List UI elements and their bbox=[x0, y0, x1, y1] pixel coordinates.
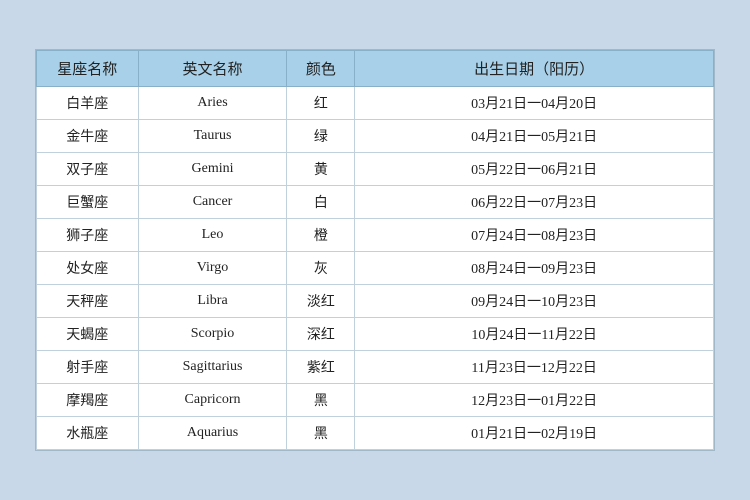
cell-chinese: 天蝎座 bbox=[37, 318, 139, 351]
cell-color: 白 bbox=[287, 186, 355, 219]
header-color: 颜色 bbox=[287, 51, 355, 87]
cell-chinese: 双子座 bbox=[37, 153, 139, 186]
cell-date: 08月24日一09月23日 bbox=[355, 252, 714, 285]
cell-date: 03月21日一04月20日 bbox=[355, 87, 714, 120]
cell-english: Gemini bbox=[138, 153, 287, 186]
cell-color: 黄 bbox=[287, 153, 355, 186]
table-row: 金牛座Taurus绿04月21日一05月21日 bbox=[37, 120, 714, 153]
cell-date: 07月24日一08月23日 bbox=[355, 219, 714, 252]
cell-color: 黑 bbox=[287, 417, 355, 450]
cell-chinese: 天秤座 bbox=[37, 285, 139, 318]
cell-color: 红 bbox=[287, 87, 355, 120]
header-english: 英文名称 bbox=[138, 51, 287, 87]
cell-color: 绿 bbox=[287, 120, 355, 153]
cell-english: Aquarius bbox=[138, 417, 287, 450]
cell-english: Sagittarius bbox=[138, 351, 287, 384]
table-body: 白羊座Aries红03月21日一04月20日金牛座Taurus绿04月21日一0… bbox=[37, 87, 714, 450]
zodiac-table-container: 星座名称 英文名称 颜色 出生日期（阳历） 白羊座Aries红03月21日一04… bbox=[35, 49, 715, 451]
header-date: 出生日期（阳历） bbox=[355, 51, 714, 87]
table-row: 双子座Gemini黄05月22日一06月21日 bbox=[37, 153, 714, 186]
table-row: 天蝎座Scorpio深红10月24日一11月22日 bbox=[37, 318, 714, 351]
table-row: 处女座Virgo灰08月24日一09月23日 bbox=[37, 252, 714, 285]
cell-color: 灰 bbox=[287, 252, 355, 285]
cell-chinese: 巨蟹座 bbox=[37, 186, 139, 219]
cell-chinese: 射手座 bbox=[37, 351, 139, 384]
cell-english: Aries bbox=[138, 87, 287, 120]
cell-english: Virgo bbox=[138, 252, 287, 285]
cell-chinese: 摩羯座 bbox=[37, 384, 139, 417]
cell-color: 深红 bbox=[287, 318, 355, 351]
cell-date: 06月22日一07月23日 bbox=[355, 186, 714, 219]
cell-color: 橙 bbox=[287, 219, 355, 252]
table-row: 白羊座Aries红03月21日一04月20日 bbox=[37, 87, 714, 120]
cell-english: Taurus bbox=[138, 120, 287, 153]
header-chinese: 星座名称 bbox=[37, 51, 139, 87]
cell-date: 09月24日一10月23日 bbox=[355, 285, 714, 318]
cell-chinese: 金牛座 bbox=[37, 120, 139, 153]
cell-color: 淡红 bbox=[287, 285, 355, 318]
cell-english: Capricorn bbox=[138, 384, 287, 417]
cell-chinese: 水瓶座 bbox=[37, 417, 139, 450]
cell-date: 04月21日一05月21日 bbox=[355, 120, 714, 153]
table-row: 天秤座Libra淡红09月24日一10月23日 bbox=[37, 285, 714, 318]
cell-chinese: 白羊座 bbox=[37, 87, 139, 120]
table-row: 摩羯座Capricorn黑12月23日一01月22日 bbox=[37, 384, 714, 417]
cell-english: Leo bbox=[138, 219, 287, 252]
cell-chinese: 处女座 bbox=[37, 252, 139, 285]
cell-date: 01月21日一02月19日 bbox=[355, 417, 714, 450]
cell-color: 黑 bbox=[287, 384, 355, 417]
table-row: 水瓶座Aquarius黑01月21日一02月19日 bbox=[37, 417, 714, 450]
table-row: 射手座Sagittarius紫红11月23日一12月22日 bbox=[37, 351, 714, 384]
table-header-row: 星座名称 英文名称 颜色 出生日期（阳历） bbox=[37, 51, 714, 87]
table-row: 巨蟹座Cancer白06月22日一07月23日 bbox=[37, 186, 714, 219]
cell-english: Libra bbox=[138, 285, 287, 318]
cell-date: 05月22日一06月21日 bbox=[355, 153, 714, 186]
cell-chinese: 狮子座 bbox=[37, 219, 139, 252]
cell-date: 12月23日一01月22日 bbox=[355, 384, 714, 417]
zodiac-table: 星座名称 英文名称 颜色 出生日期（阳历） 白羊座Aries红03月21日一04… bbox=[36, 50, 714, 450]
cell-date: 10月24日一11月22日 bbox=[355, 318, 714, 351]
cell-color: 紫红 bbox=[287, 351, 355, 384]
cell-english: Scorpio bbox=[138, 318, 287, 351]
cell-english: Cancer bbox=[138, 186, 287, 219]
cell-date: 11月23日一12月22日 bbox=[355, 351, 714, 384]
table-row: 狮子座Leo橙07月24日一08月23日 bbox=[37, 219, 714, 252]
